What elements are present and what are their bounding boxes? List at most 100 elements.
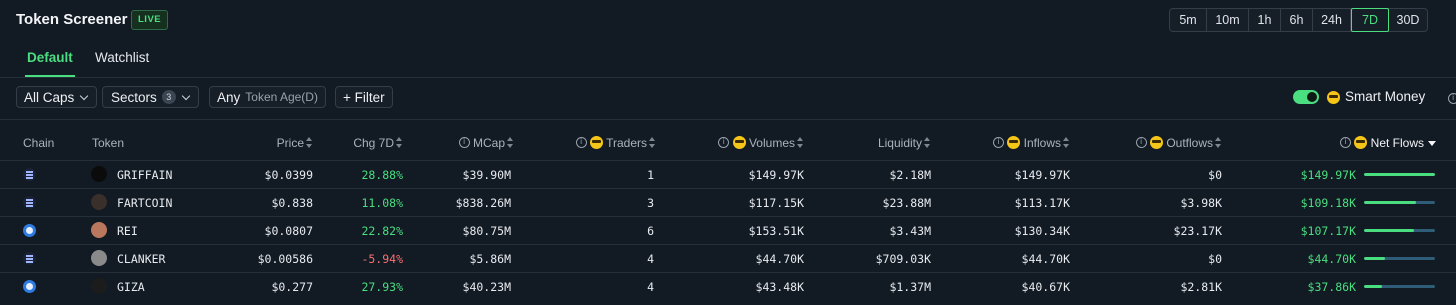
timeframe-5m[interactable]: 5m xyxy=(1170,9,1207,31)
sectors-count-badge: 3 xyxy=(161,90,176,104)
column-outflows[interactable]: Outflows xyxy=(1120,136,1222,150)
tab-watchlist[interactable]: Watchlist xyxy=(95,50,149,65)
net-flows-value: $109.18K xyxy=(1300,196,1356,210)
change-value: -5.94% xyxy=(361,252,403,266)
net-flows-value: $37.86K xyxy=(1307,280,1356,294)
liquidity-value: $23.88M xyxy=(882,196,931,210)
token-age-value: Any xyxy=(217,89,241,105)
token-name[interactable]: FARTCOIN xyxy=(117,196,172,210)
solana-chain-icon xyxy=(23,196,36,209)
inflows-value: $113.17K xyxy=(1014,196,1070,210)
traders-value: 4 xyxy=(647,252,654,266)
outflows-value: $0 xyxy=(1208,252,1222,266)
mcap-value: $40.23M xyxy=(462,280,511,294)
liquidity-value: $709.03K xyxy=(875,252,931,266)
volumes-value: $117.15K xyxy=(748,196,804,210)
volumes-value: $43.48K xyxy=(755,280,804,294)
smart-money-label: Smart Money xyxy=(1345,89,1426,104)
smart-money-icon xyxy=(732,136,746,149)
caps-dropdown[interactable]: All Caps xyxy=(16,86,98,108)
volumes-value: $149.97K xyxy=(748,168,804,182)
timeframe-30d[interactable]: 30D xyxy=(1389,9,1427,31)
live-badge: LIVE xyxy=(131,10,169,30)
token-name[interactable]: GRIFFAIN xyxy=(117,168,172,182)
column-traders-label: Traders xyxy=(606,136,647,150)
sectors-dropdown-label: Sectors xyxy=(111,89,157,105)
add-filter-button[interactable]: + Filter xyxy=(335,86,393,108)
outflows-value: $3.98K xyxy=(1180,196,1222,210)
net-flows-bar-fill xyxy=(1364,285,1382,288)
timeframe-6h[interactable]: 6h xyxy=(1281,9,1313,31)
column-mcap[interactable]: MCap xyxy=(440,136,514,150)
price-value: $0.838 xyxy=(271,196,313,210)
net-flows-bar xyxy=(1364,173,1435,176)
net-flows-bar xyxy=(1364,201,1435,204)
sectors-dropdown[interactable]: Sectors 3 xyxy=(102,86,199,108)
token-logo-icon xyxy=(91,194,107,210)
smart-money-icon xyxy=(1354,136,1368,149)
info-icon[interactable] xyxy=(1135,137,1147,148)
change-value: 11.08% xyxy=(361,196,403,210)
smart-money-toggle[interactable] xyxy=(1293,90,1319,104)
token-name[interactable]: CLANKER xyxy=(117,252,165,266)
sort-descending-icon xyxy=(1428,141,1436,146)
liquidity-value: $2.18M xyxy=(889,168,931,182)
table-row[interactable]: CLANKER $0.00586 -5.94% $5.86M 4 $44.70K $709.… xyxy=(0,244,1456,272)
caps-dropdown-label: All Caps xyxy=(24,89,75,105)
volumes-value: $153.51K xyxy=(748,224,804,238)
solana-chain-icon xyxy=(23,168,36,181)
mcap-value: $838.26M xyxy=(455,196,511,210)
traders-value: 6 xyxy=(647,224,654,238)
mcap-value: $39.90M xyxy=(462,168,511,182)
column-liquidity[interactable]: Liquidity xyxy=(850,136,931,150)
tab-default[interactable]: Default xyxy=(27,50,73,65)
table-row[interactable]: REI $0.0807 22.82% $80.75M 6 $153.51K $3.43M $1… xyxy=(0,216,1456,244)
table-row[interactable]: GRIFFAIN $0.0399 28.88% $39.90M 1 $149.97K $2.… xyxy=(0,160,1456,188)
outflows-value: $23.17K xyxy=(1173,224,1222,238)
smart-money-icon xyxy=(589,136,603,149)
column-inflows[interactable]: Inflows xyxy=(970,136,1070,150)
mcap-value: $80.75M xyxy=(462,224,511,238)
column-volumes[interactable]: Volumes xyxy=(700,136,804,150)
net-flows-bar xyxy=(1364,257,1435,260)
chevron-down-icon xyxy=(80,91,89,100)
price-value: $0.277 xyxy=(271,280,313,294)
info-icon[interactable] xyxy=(458,137,470,148)
sort-icon xyxy=(797,137,804,148)
table-row[interactable]: GIZA $0.277 27.93% $40.23M 4 $43.48K $1.37M $40… xyxy=(0,272,1456,300)
timeframe-7d[interactable]: 7D xyxy=(1351,8,1389,32)
token-name[interactable]: REI xyxy=(117,224,138,238)
info-icon[interactable] xyxy=(718,137,730,148)
price-value: $0.0399 xyxy=(264,168,313,182)
sort-icon xyxy=(924,137,931,148)
table-row[interactable]: FARTCOIN $0.838 11.08% $838.26M 3 $117.15K $23… xyxy=(0,188,1456,216)
column-net-flows[interactable]: Net Flows xyxy=(1320,136,1436,150)
column-traders[interactable]: Traders xyxy=(560,136,656,150)
token-age-filter[interactable]: Any Token Age(D) xyxy=(209,86,326,108)
token-logo-icon xyxy=(91,250,107,266)
inflows-value: $40.67K xyxy=(1021,280,1070,294)
price-value: $0.00586 xyxy=(257,252,313,266)
column-chg[interactable]: Chg 7D xyxy=(330,136,403,150)
sort-icon xyxy=(306,137,313,148)
info-icon[interactable] xyxy=(992,137,1004,148)
timeframe-1h[interactable]: 1h xyxy=(1249,9,1281,31)
info-icon[interactable] xyxy=(575,137,587,148)
info-icon[interactable] xyxy=(1339,137,1351,148)
page-title: Token Screener xyxy=(16,11,128,28)
token-name[interactable]: GIZA xyxy=(117,280,145,294)
info-icon[interactable] xyxy=(1447,93,1456,104)
divider xyxy=(0,77,1456,78)
token-age-label: Token Age(D) xyxy=(245,90,318,104)
traders-value: 4 xyxy=(647,280,654,294)
net-flows-value: $149.97K xyxy=(1300,168,1356,182)
smart-money-icon xyxy=(1149,136,1163,149)
column-token: Token xyxy=(92,136,125,150)
change-value: 28.88% xyxy=(361,168,403,182)
token-logo-icon xyxy=(91,166,107,182)
timeframe-10m[interactable]: 10m xyxy=(1207,9,1249,31)
solana-chain-icon xyxy=(23,252,36,265)
net-flows-bar-fill xyxy=(1364,257,1386,260)
timeframe-24h[interactable]: 24h xyxy=(1313,9,1351,31)
column-price[interactable]: Price xyxy=(240,136,313,150)
